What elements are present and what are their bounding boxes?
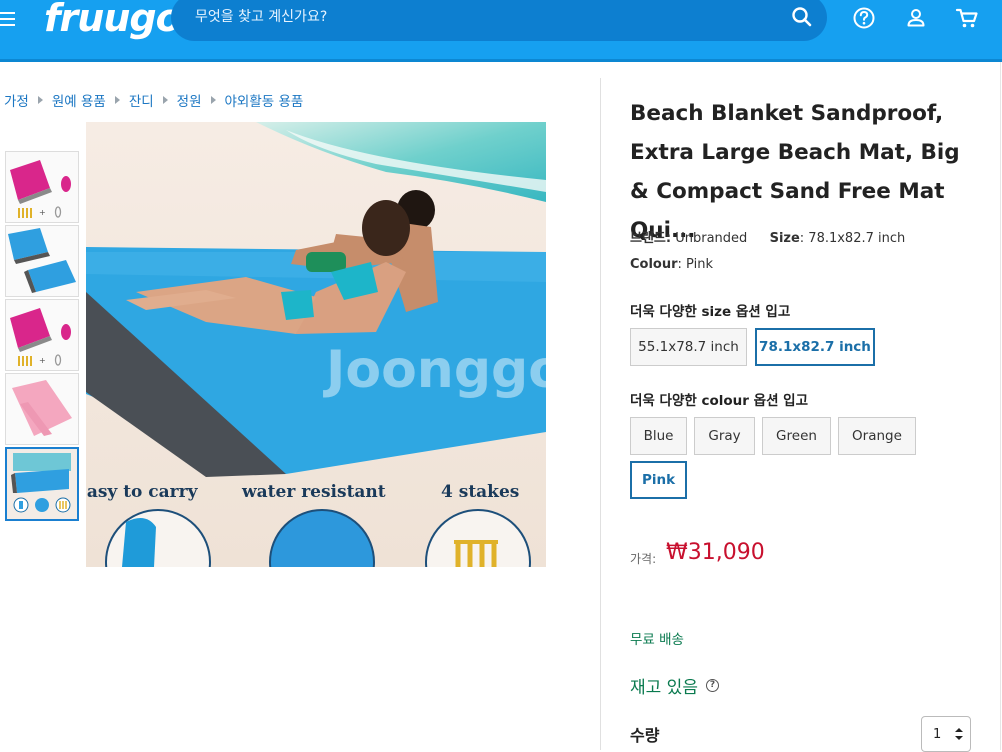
menu-icon[interactable] <box>0 10 18 28</box>
colour-option-green[interactable]: Green <box>762 417 831 455</box>
question-circle-icon[interactable]: ? <box>705 679 719 692</box>
main-product-image[interactable]: Joonggo easy to carry water resistant 4 … <box>86 122 546 567</box>
caption-4-stakes: 4 stakes <box>441 482 519 502</box>
cart-icon[interactable] <box>953 4 981 32</box>
stock-status: 재고 있음 ? <box>630 673 719 698</box>
search-input[interactable] <box>195 2 775 32</box>
brand-value: Unbranded <box>675 231 748 246</box>
breadcrumb-gardening[interactable]: 원예 용품 <box>52 90 106 110</box>
quantity-value: 1 <box>933 726 942 742</box>
caption-water-resistant: water resistant <box>241 482 386 502</box>
free-shipping-text: 무료 배송 <box>630 632 684 648</box>
fruugo-logo[interactable]: fruugo <box>44 0 182 40</box>
colour-option-gray[interactable]: Gray <box>694 417 755 455</box>
breadcrumb-separator-icon <box>37 96 43 104</box>
breadcrumb-home[interactable]: 가정 <box>4 90 29 110</box>
price-label: 가격: <box>630 552 657 566</box>
thumbnail-list: + + <box>5 151 79 523</box>
colour-label: Colour <box>630 257 678 272</box>
brand-label: 브랜드: <box>630 231 672 246</box>
thumbnail-pink-mat[interactable] <box>5 373 79 445</box>
breadcrumb: 가정 원예 용품 잔디 정원 야외활동 용품 <box>4 90 303 110</box>
thumbnail-features[interactable] <box>5 447 79 521</box>
stock-status-text: 재고 있음 <box>630 678 698 698</box>
svg-text:+: + <box>39 356 46 365</box>
breadcrumb-separator-icon <box>210 96 216 104</box>
size-options-heading: 더욱 다양한 size 옵션 입고 <box>630 304 791 320</box>
svg-text:+: + <box>39 208 46 217</box>
brand-size-row: 브랜드: Unbranded Size: 78.1x82.7 inch <box>630 227 905 246</box>
breadcrumb-separator-icon <box>114 96 120 104</box>
search-bar <box>171 0 827 41</box>
colour-option-blue[interactable]: Blue <box>630 417 687 455</box>
price-value: ₩31,090 <box>666 540 765 565</box>
quantity-select[interactable]: 1 <box>921 716 971 752</box>
colour-row: Colour: Pink <box>630 257 713 272</box>
size-option-55x78[interactable]: 55.1x78.7 inch <box>630 328 747 366</box>
search-icon[interactable] <box>789 4 815 30</box>
caption-easy-to-carry: easy to carry <box>86 482 199 502</box>
quantity-label: 수량 <box>630 726 660 745</box>
top-header: fruugo <box>0 0 1002 62</box>
breadcrumb-lawn[interactable]: 잔디 <box>129 90 154 110</box>
size-value: : 78.1x82.7 inch <box>799 231 906 246</box>
watermark-text: Joonggo <box>323 340 546 400</box>
right-edge-divider <box>1000 62 1001 750</box>
account-icon[interactable] <box>902 4 930 32</box>
breadcrumb-outdoor[interactable]: 야외활동 용품 <box>225 90 304 110</box>
colour-value: : Pink <box>677 257 713 272</box>
colour-options-heading: 더욱 다양한 colour 옵션 입고 <box>630 393 809 409</box>
colour-option-pink[interactable]: Pink <box>630 461 687 499</box>
breadcrumb-separator-icon <box>162 96 168 104</box>
thumbnail-pink-kit-2[interactable]: + <box>5 299 79 371</box>
column-divider <box>600 78 601 750</box>
thumbnail-blue-mats[interactable] <box>5 225 79 297</box>
size-option-78x82[interactable]: 78.1x82.7 inch <box>755 328 875 366</box>
select-arrows-icon <box>955 728 963 740</box>
colour-option-orange[interactable]: Orange <box>838 417 916 455</box>
breadcrumb-garden[interactable]: 정원 <box>177 90 202 110</box>
help-icon[interactable] <box>850 4 878 32</box>
thumbnail-pink-kit[interactable]: + <box>5 151 79 223</box>
size-label: Size <box>769 231 800 246</box>
